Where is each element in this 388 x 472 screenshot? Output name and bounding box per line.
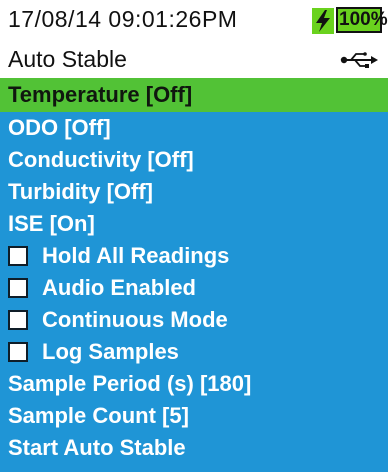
menu-item-hold-all-readings[interactable]: Hold All Readings (0, 240, 388, 272)
battery-percent: 100% (339, 9, 388, 30)
menu-item-temperature[interactable]: Temperature [Off] (0, 78, 388, 112)
menu-item-label: ODO [Off] (8, 115, 111, 140)
menu-item-start-auto-stable[interactable]: Start Auto Stable (0, 432, 388, 464)
menu-item-label: Sample Period (s) [180] (8, 371, 252, 396)
log-samples-checkbox[interactable] (8, 342, 28, 362)
screen-header: Auto Stable (0, 40, 388, 78)
menu-item-conductivity[interactable]: Conductivity [Off] (0, 144, 388, 176)
datetime-display: 17/08/14 09:01:26PM (8, 6, 238, 32)
continuous-mode-checkbox[interactable] (8, 310, 28, 330)
menu-item-label: ISE [On] (8, 211, 95, 236)
menu-item-label: Sample Count [5] (8, 403, 189, 428)
menu-item-label: Log Samples (42, 339, 179, 364)
menu-item-label: Temperature [Off] (8, 82, 193, 107)
battery-icon: 100% (312, 7, 388, 34)
menu-item-label: Start Auto Stable (8, 435, 186, 460)
menu-item-sample-count[interactable]: Sample Count [5] (0, 400, 388, 432)
menu-item-label: Conductivity [Off] (8, 147, 194, 172)
bolt-icon (312, 8, 334, 34)
menu-item-turbidity[interactable]: Turbidity [Off] (0, 176, 388, 208)
device-screen: 17/08/14 09:01:26PM 100% Auto Stable Tem… (0, 0, 388, 472)
menu-item-log-samples[interactable]: Log Samples (0, 336, 388, 368)
menu-item-label: Hold All Readings (42, 243, 230, 268)
screen-title: Auto Stable (8, 46, 127, 72)
usb-icon (340, 52, 378, 68)
hold-all-readings-checkbox[interactable] (8, 246, 28, 266)
menu-item-label: Continuous Mode (42, 307, 228, 332)
menu-item-sample-period[interactable]: Sample Period (s) [180] (0, 368, 388, 400)
menu-item-odo[interactable]: ODO [Off] (0, 112, 388, 144)
audio-enabled-checkbox[interactable] (8, 278, 28, 298)
menu-item-ise[interactable]: ISE [On] (0, 208, 388, 240)
auto-stable-menu: Temperature [Off] ODO [Off] Conductivity… (0, 78, 388, 472)
status-bar: 17/08/14 09:01:26PM 100% (0, 0, 388, 40)
menu-item-continuous-mode[interactable]: Continuous Mode (0, 304, 388, 336)
menu-item-label: Audio Enabled (42, 275, 196, 300)
menu-item-label: Turbidity [Off] (8, 179, 153, 204)
battery-indicator: 100% (312, 6, 388, 34)
menu-item-audio-enabled[interactable]: Audio Enabled (0, 272, 388, 304)
